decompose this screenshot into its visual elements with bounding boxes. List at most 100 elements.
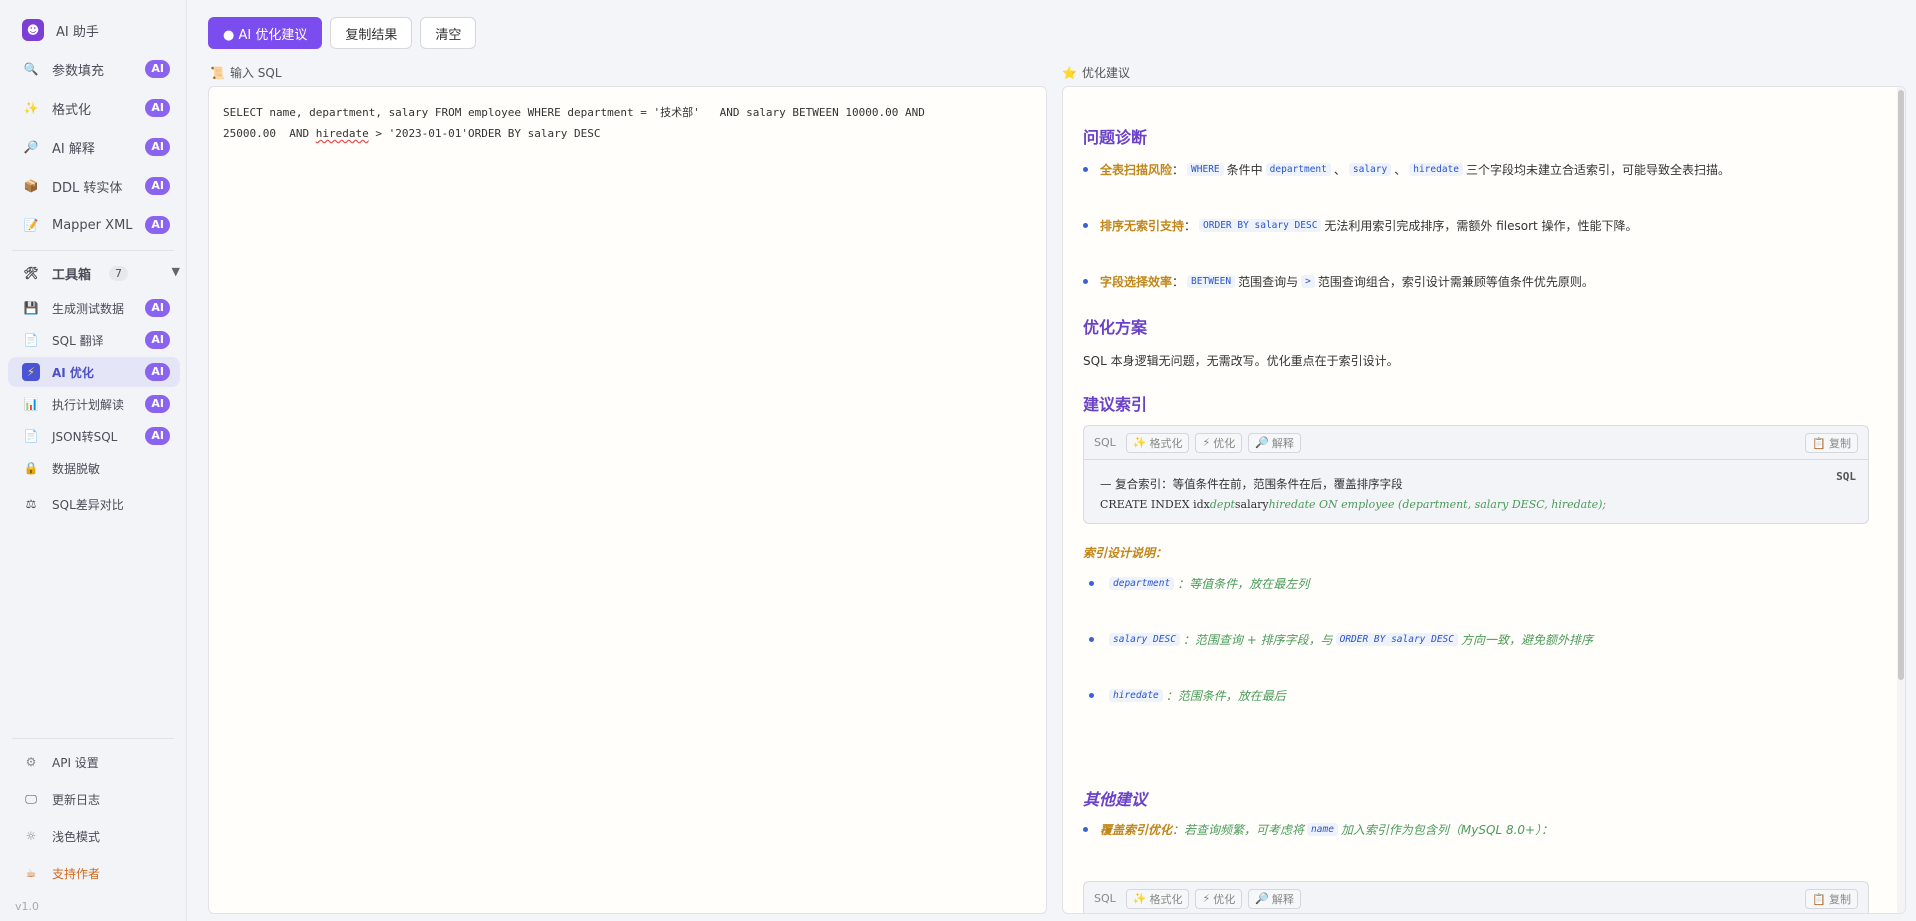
sidebar-item-format[interactable]: ✨ 格式化 AI [8, 93, 180, 123]
copy-code-button[interactable]: 📋 复制 [1805, 433, 1858, 453]
clipboard-icon: 📋 [1812, 892, 1826, 906]
inline-code: department [1265, 163, 1331, 176]
input-panel-title: 📜 输入 SQL [210, 64, 282, 81]
inline-code: name [1307, 823, 1338, 836]
sidebar-item-sql-diff[interactable]: ⚖ SQL差异对比 [8, 489, 180, 519]
optimize-button[interactable]: ● AI 优化建议 [208, 17, 323, 49]
optimize-label: 优化 [1213, 892, 1236, 906]
sidebar-item-changelog[interactable]: 🖵 更新日志 [8, 784, 180, 814]
inline-code: WHERE [1187, 163, 1224, 176]
plan-text: SQL 本身逻辑无问题，无需改写。优化重点在于索引设计。 [1083, 354, 1399, 368]
chart-icon: 📊 [23, 397, 39, 411]
sidebar-item-support-author[interactable]: ☕ 支持作者 [8, 858, 180, 888]
format-icon: ✨ [1132, 436, 1147, 449]
ai-badge: AI [145, 99, 170, 117]
format-button[interactable]: ✨ 格式化 [1125, 888, 1190, 909]
list-item: 排序无索引支持： ORDER BY salary DESC 无法利用索引完成排序… [1083, 217, 1638, 234]
ai-badge: AI [145, 427, 170, 445]
sql-text-part: > '2023-01-01'ORDER BY salary DESC [368, 127, 601, 140]
brand-label: AI 助手 [56, 24, 99, 40]
sql-input[interactable]: SELECT name, department, salary FROM emp… [208, 86, 1047, 914]
sidebar-item-label: 生成测试数据 [52, 301, 125, 316]
sidebar-item-mapper-xml[interactable]: 📝 Mapper XML AI [8, 210, 180, 240]
code-toolbar: SQL ✨ 格式化 ⚡ 优化 🔎 解释 📋 复制 [1084, 426, 1868, 460]
sidebar-item-label: 执行计划解读 [52, 397, 125, 412]
list-item: salary DESC ：范围查询 + 排序字段，与 ORDER BY sala… [1089, 631, 1593, 648]
sidebar-item-label: 更新日志 [52, 792, 101, 807]
sidebar-item-label: 参数填充 [52, 63, 105, 79]
sidebar-item-label: SQL 翻译 [52, 333, 104, 348]
optimization-output: 问题诊断 全表扫描风险： WHERE 条件中 department、 salar… [1062, 86, 1906, 914]
copy-code-button[interactable]: 📋 复制 [1805, 889, 1858, 909]
magnifier-icon: 🔎 [1255, 892, 1269, 905]
sidebar-item-json-to-sql[interactable]: 📄 JSON转SQL AI [8, 421, 180, 451]
format-button[interactable]: ✨ 格式化 [1125, 432, 1190, 453]
sidebar-item-api-settings[interactable]: ⚙ API 设置 [8, 747, 180, 777]
keyword: 字段选择效率 [1100, 275, 1173, 289]
copy-result-button[interactable]: 复制结果 [330, 17, 413, 49]
explain-button[interactable]: 🔎 解释 [1248, 888, 1301, 909]
output-title-label: 优化建议 [1081, 66, 1130, 80]
version-label: v1.0 [15, 900, 40, 913]
sidebar: ☻ AI 助手 🔍 参数填充 AI ✨ 格式化 AI 🔎 AI 解释 AI 📦 … [0, 0, 187, 921]
keyword: 排序无索引支持 [1100, 219, 1185, 233]
list-item: 字段选择效率： BETWEEN 范围查询与 > 范围查询组合，索引设计需兼顾等值… [1083, 273, 1594, 290]
compare-icon: ⚖ [25, 497, 37, 511]
format-icon: ✨ [1132, 892, 1147, 905]
code-lang: SQL [1094, 436, 1116, 449]
sidebar-item-ddl-entity[interactable]: 📦 DDL 转实体 AI [8, 171, 180, 201]
text: 无法利用索引完成排序，需额外 filesort 操作，性能下降。 [1324, 219, 1638, 233]
toolbox-toggle[interactable]: 🛠 工具箱 7 ▼ [22, 263, 180, 283]
brand-logo[interactable]: ☻ AI 助手 [8, 15, 180, 45]
bullet-icon [1083, 827, 1088, 832]
text: ：范围查询 + 排序字段，与 [1182, 633, 1333, 647]
plan-heading: 优化方案 [1083, 318, 1148, 337]
explain-button[interactable]: 🔎 解释 [1248, 432, 1301, 453]
text: ：范围条件，放在最后 [1165, 689, 1286, 703]
inline-code: hiredate [1409, 163, 1463, 176]
sidebar-item-param-fill[interactable]: 🔍 参数填充 AI [8, 54, 180, 84]
sidebar-item-ai-explain[interactable]: 🔎 AI 解释 AI [8, 132, 180, 162]
sidebar-item-label: JSON转SQL [52, 429, 118, 444]
list-item: department ：等值条件，放在最左列 [1089, 575, 1309, 592]
optimize-code-button[interactable]: ⚡ 优化 [1195, 888, 1243, 909]
bullet-icon [1083, 167, 1088, 172]
caret-down-icon: ▼ [171, 265, 180, 278]
clear-button[interactable]: 清空 [420, 17, 477, 49]
page-icon: 📄 [23, 333, 39, 347]
code-token: hiredate ON employee (department, salary… [1268, 498, 1607, 511]
sidebar-item-explain-plan[interactable]: 📊 执行计划解读 AI [8, 389, 180, 419]
sidebar-item-test-data[interactable]: 💾 生成测试数据 AI [8, 293, 180, 323]
inline-code: > [1301, 275, 1315, 288]
sidebar-item-label: 支持作者 [52, 866, 101, 881]
toolbox-label: 工具箱 [52, 267, 92, 283]
bullet-icon [1089, 693, 1094, 698]
ai-badge: AI [145, 331, 170, 349]
sidebar-item-data-masking[interactable]: 🔒 数据脱敏 [8, 453, 180, 483]
sidebar-item-label: 数据脱敏 [52, 461, 101, 476]
explain-label: 解释 [1271, 892, 1294, 906]
toolbar: ● AI 优化建议 复制结果 清空 [208, 17, 477, 49]
sidebar-item-label: AI 解释 [52, 141, 95, 157]
robot-icon: ☻ [22, 19, 44, 41]
sidebar-item-light-mode[interactable]: ☼ 浅色模式 [8, 821, 180, 851]
colon: ： [1172, 163, 1185, 177]
explain-label: 解释 [1271, 436, 1294, 450]
code-statement: CREATE INDEX idxdeptsalaryhiredate ON em… [1100, 498, 1852, 511]
tools-icon: 🛠 [23, 266, 39, 280]
scrollbar[interactable] [1897, 87, 1905, 913]
note-icon: 📝 [23, 218, 39, 232]
code-token: dept [1209, 498, 1235, 511]
scrollbar-thumb[interactable] [1898, 90, 1904, 680]
ai-badge: AI [145, 60, 170, 78]
sidebar-item-sql-translate[interactable]: 📄 SQL 翻译 AI [8, 325, 180, 355]
colon: ： [1184, 219, 1197, 233]
code-block: SQL ✨ 格式化 ⚡ 优化 🔎 解释 📋 复制 SQL — 复合索引：等值条件在前，范… [1083, 425, 1869, 524]
sidebar-item-ai-optimize[interactable]: ⚡ AI 优化 AI [8, 357, 180, 387]
text: ：若查询频繁，可考虑将 [1172, 823, 1305, 837]
keyword: 全表扫描风险 [1100, 163, 1173, 177]
code-toolbar: SQL ✨ 格式化 ⚡ 优化 🔎 解释 📋 复制 [1084, 882, 1868, 913]
lightning-icon: ⚡ [22, 363, 40, 381]
input-title-label: 输入 SQL [229, 66, 282, 80]
optimize-code-button[interactable]: ⚡ 优化 [1195, 432, 1243, 453]
